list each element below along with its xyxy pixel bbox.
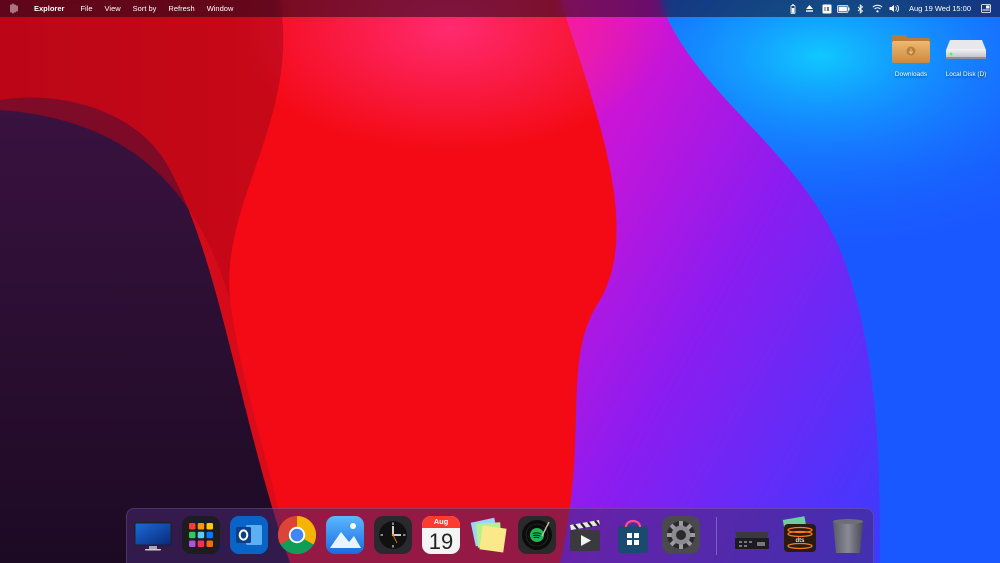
- store-bag-icon: [618, 519, 648, 553]
- local-disk-icon: [946, 40, 986, 59]
- clapperboard-icon: [570, 520, 600, 551]
- monitor-icon: [134, 522, 172, 551]
- calendar-month: Aug: [433, 517, 449, 526]
- chrome-icon: [277, 515, 317, 555]
- dock-item-clock[interactable]: [372, 514, 414, 556]
- desktop-icon-label: Downloads: [894, 71, 928, 78]
- dock-item-device-manager[interactable]: [731, 514, 773, 556]
- clock-icon: [374, 516, 412, 554]
- menu-view[interactable]: View: [99, 0, 127, 17]
- calendar-day: 19: [428, 529, 454, 554]
- battery-icon[interactable]: [835, 0, 852, 17]
- dock-item-launchpad[interactable]: [180, 514, 222, 556]
- dock-item-trash[interactable]: [827, 514, 869, 556]
- desktop-wallpaper: [0, 0, 1000, 563]
- desktop-icon-label: Local Disk (D): [945, 71, 987, 78]
- dock-item-photos[interactable]: [324, 514, 366, 556]
- dock-item-video-editor[interactable]: [564, 514, 606, 556]
- battery-vertical-icon[interactable]: [784, 0, 801, 17]
- system-logo-icon[interactable]: [0, 0, 28, 17]
- hardware-device-icon: [735, 532, 769, 549]
- app-grid-icon: [182, 516, 220, 554]
- menubar-clock[interactable]: Aug 19 Wed 15:00: [903, 4, 977, 13]
- dock-item-sticky-notes[interactable]: [468, 514, 510, 556]
- app-menu-explorer[interactable]: Explorer: [28, 0, 74, 17]
- menu-window[interactable]: Window: [201, 0, 240, 17]
- dock: Aug 19 dts: [126, 508, 874, 563]
- desktop-icon-local-disk[interactable]: Local Disk (D): [940, 30, 992, 78]
- menu-sort-by[interactable]: Sort by: [127, 0, 163, 17]
- eject-icon[interactable]: [801, 0, 818, 17]
- downloads-folder-icon: [892, 35, 930, 63]
- wifi-icon[interactable]: [869, 0, 886, 17]
- menu-file[interactable]: File: [74, 0, 98, 17]
- dock-item-spotify[interactable]: [516, 514, 558, 556]
- photos-icon: [326, 516, 364, 554]
- dock-item-desktop-monitor[interactable]: [132, 514, 174, 556]
- dock-item-calendar[interactable]: Aug 19: [420, 514, 462, 556]
- keyboard-layout-icon[interactable]: [818, 0, 835, 17]
- menu-bar: Explorer File View Sort by Refresh Windo…: [0, 0, 1000, 17]
- desktop-icon-downloads[interactable]: Downloads: [885, 30, 937, 78]
- dock-item-chrome[interactable]: [276, 514, 318, 556]
- dock-item-settings[interactable]: [660, 514, 702, 556]
- volume-icon[interactable]: [886, 0, 903, 17]
- bluetooth-icon[interactable]: [852, 0, 869, 17]
- sticky-notes-icon: [470, 517, 507, 553]
- menu-refresh[interactable]: Refresh: [162, 0, 200, 17]
- dock-item-store[interactable]: [612, 514, 654, 556]
- outlook-icon: [230, 516, 268, 554]
- dts-audio-icon: dts: [782, 516, 816, 552]
- svg-text:dts: dts: [796, 538, 806, 544]
- trash-icon: [833, 519, 863, 553]
- dock-item-dts-audio[interactable]: dts: [779, 514, 821, 556]
- spotify-icon: [518, 516, 556, 554]
- notification-center-icon[interactable]: [977, 0, 994, 17]
- settings-gear-icon: [662, 516, 700, 554]
- dock-separator: [716, 517, 717, 555]
- dock-item-outlook[interactable]: [228, 514, 270, 556]
